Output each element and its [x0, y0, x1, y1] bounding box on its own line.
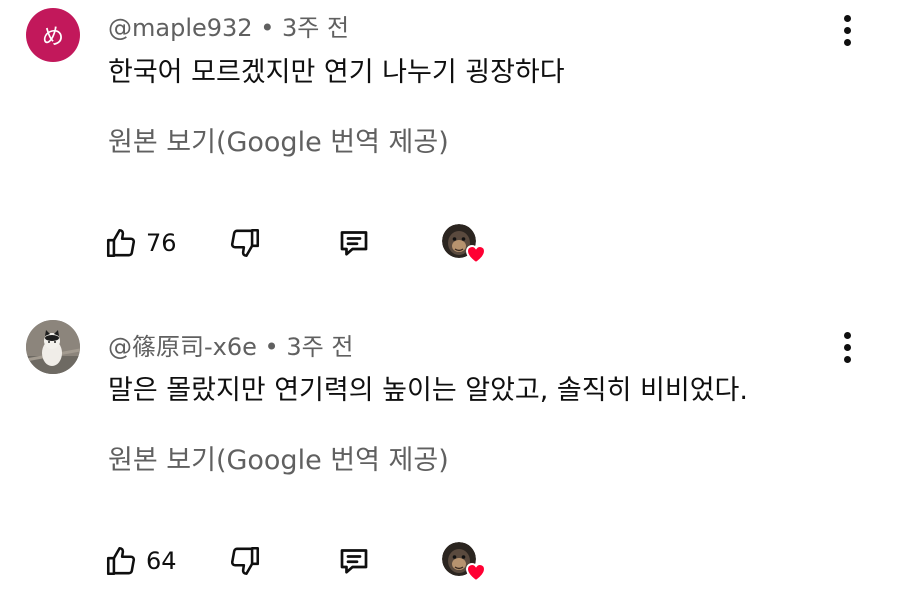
- avatar[interactable]: [26, 320, 80, 374]
- more-vert-icon: [843, 331, 851, 339]
- more-options-button[interactable]: [834, 10, 860, 50]
- creator-heart: [442, 222, 488, 268]
- comment-meta: @maple932 • 3주 전: [108, 8, 349, 43]
- avatar[interactable]: め: [26, 8, 80, 62]
- comment-item: @篠原司-x6e • 3주 전 말은 몰랐지만 연기력의 높이는 알았고, 솔직…: [0, 318, 900, 595]
- creator-heart: [442, 540, 488, 586]
- comment-text: 말은 몰랐지만 연기력의 높이는 알았고, 솔직히 비비었다.: [108, 375, 748, 406]
- reply-button[interactable]: [336, 220, 372, 266]
- more-vert-icon: [843, 14, 851, 22]
- thumbs-down-icon: [230, 228, 260, 258]
- author-name[interactable]: @篠原司-x6e: [108, 333, 257, 361]
- creator-heart-icon: [465, 563, 487, 582]
- dislike-button[interactable]: [228, 538, 262, 584]
- like-button[interactable]: 76: [104, 220, 177, 266]
- avatar-letter: め: [41, 25, 64, 50]
- like-count: 76: [146, 229, 177, 257]
- comment-meta: @篠原司-x6e • 3주 전: [108, 327, 353, 362]
- author-name[interactable]: @maple932: [108, 14, 253, 42]
- see-original-link[interactable]: 원본 보기(Google 번역 제공): [108, 120, 449, 159]
- thumbs-up-icon: [106, 546, 136, 576]
- reply-button[interactable]: [336, 538, 372, 584]
- comment-text: 한국어 모르겠지만 연기 나누기 굉장하다: [108, 57, 565, 88]
- meta-separator: •: [264, 333, 279, 361]
- more-options-button[interactable]: [834, 327, 860, 367]
- see-original-link[interactable]: 원본 보기(Google 번역 제공): [108, 438, 449, 477]
- meta-separator: •: [260, 14, 275, 42]
- comment-actions: 76: [100, 220, 520, 266]
- creator-heart-icon: [465, 245, 487, 264]
- thumbs-down-icon: [230, 546, 260, 576]
- reply-icon: [340, 231, 368, 256]
- thumbs-up-icon: [106, 228, 136, 258]
- comment-item: め @maple932 • 3주 전 한국어 모르겠지만 연기 나누기 굉장하다…: [0, 0, 900, 300]
- cat-photo: [26, 320, 80, 374]
- reply-icon: [340, 549, 368, 574]
- comment-actions: 64: [100, 538, 520, 584]
- like-button[interactable]: 64: [104, 538, 177, 584]
- dislike-button[interactable]: [228, 220, 262, 266]
- like-count: 64: [146, 547, 177, 575]
- comment-time: 3주 전: [282, 14, 350, 42]
- comment-time: 3주 전: [286, 333, 354, 361]
